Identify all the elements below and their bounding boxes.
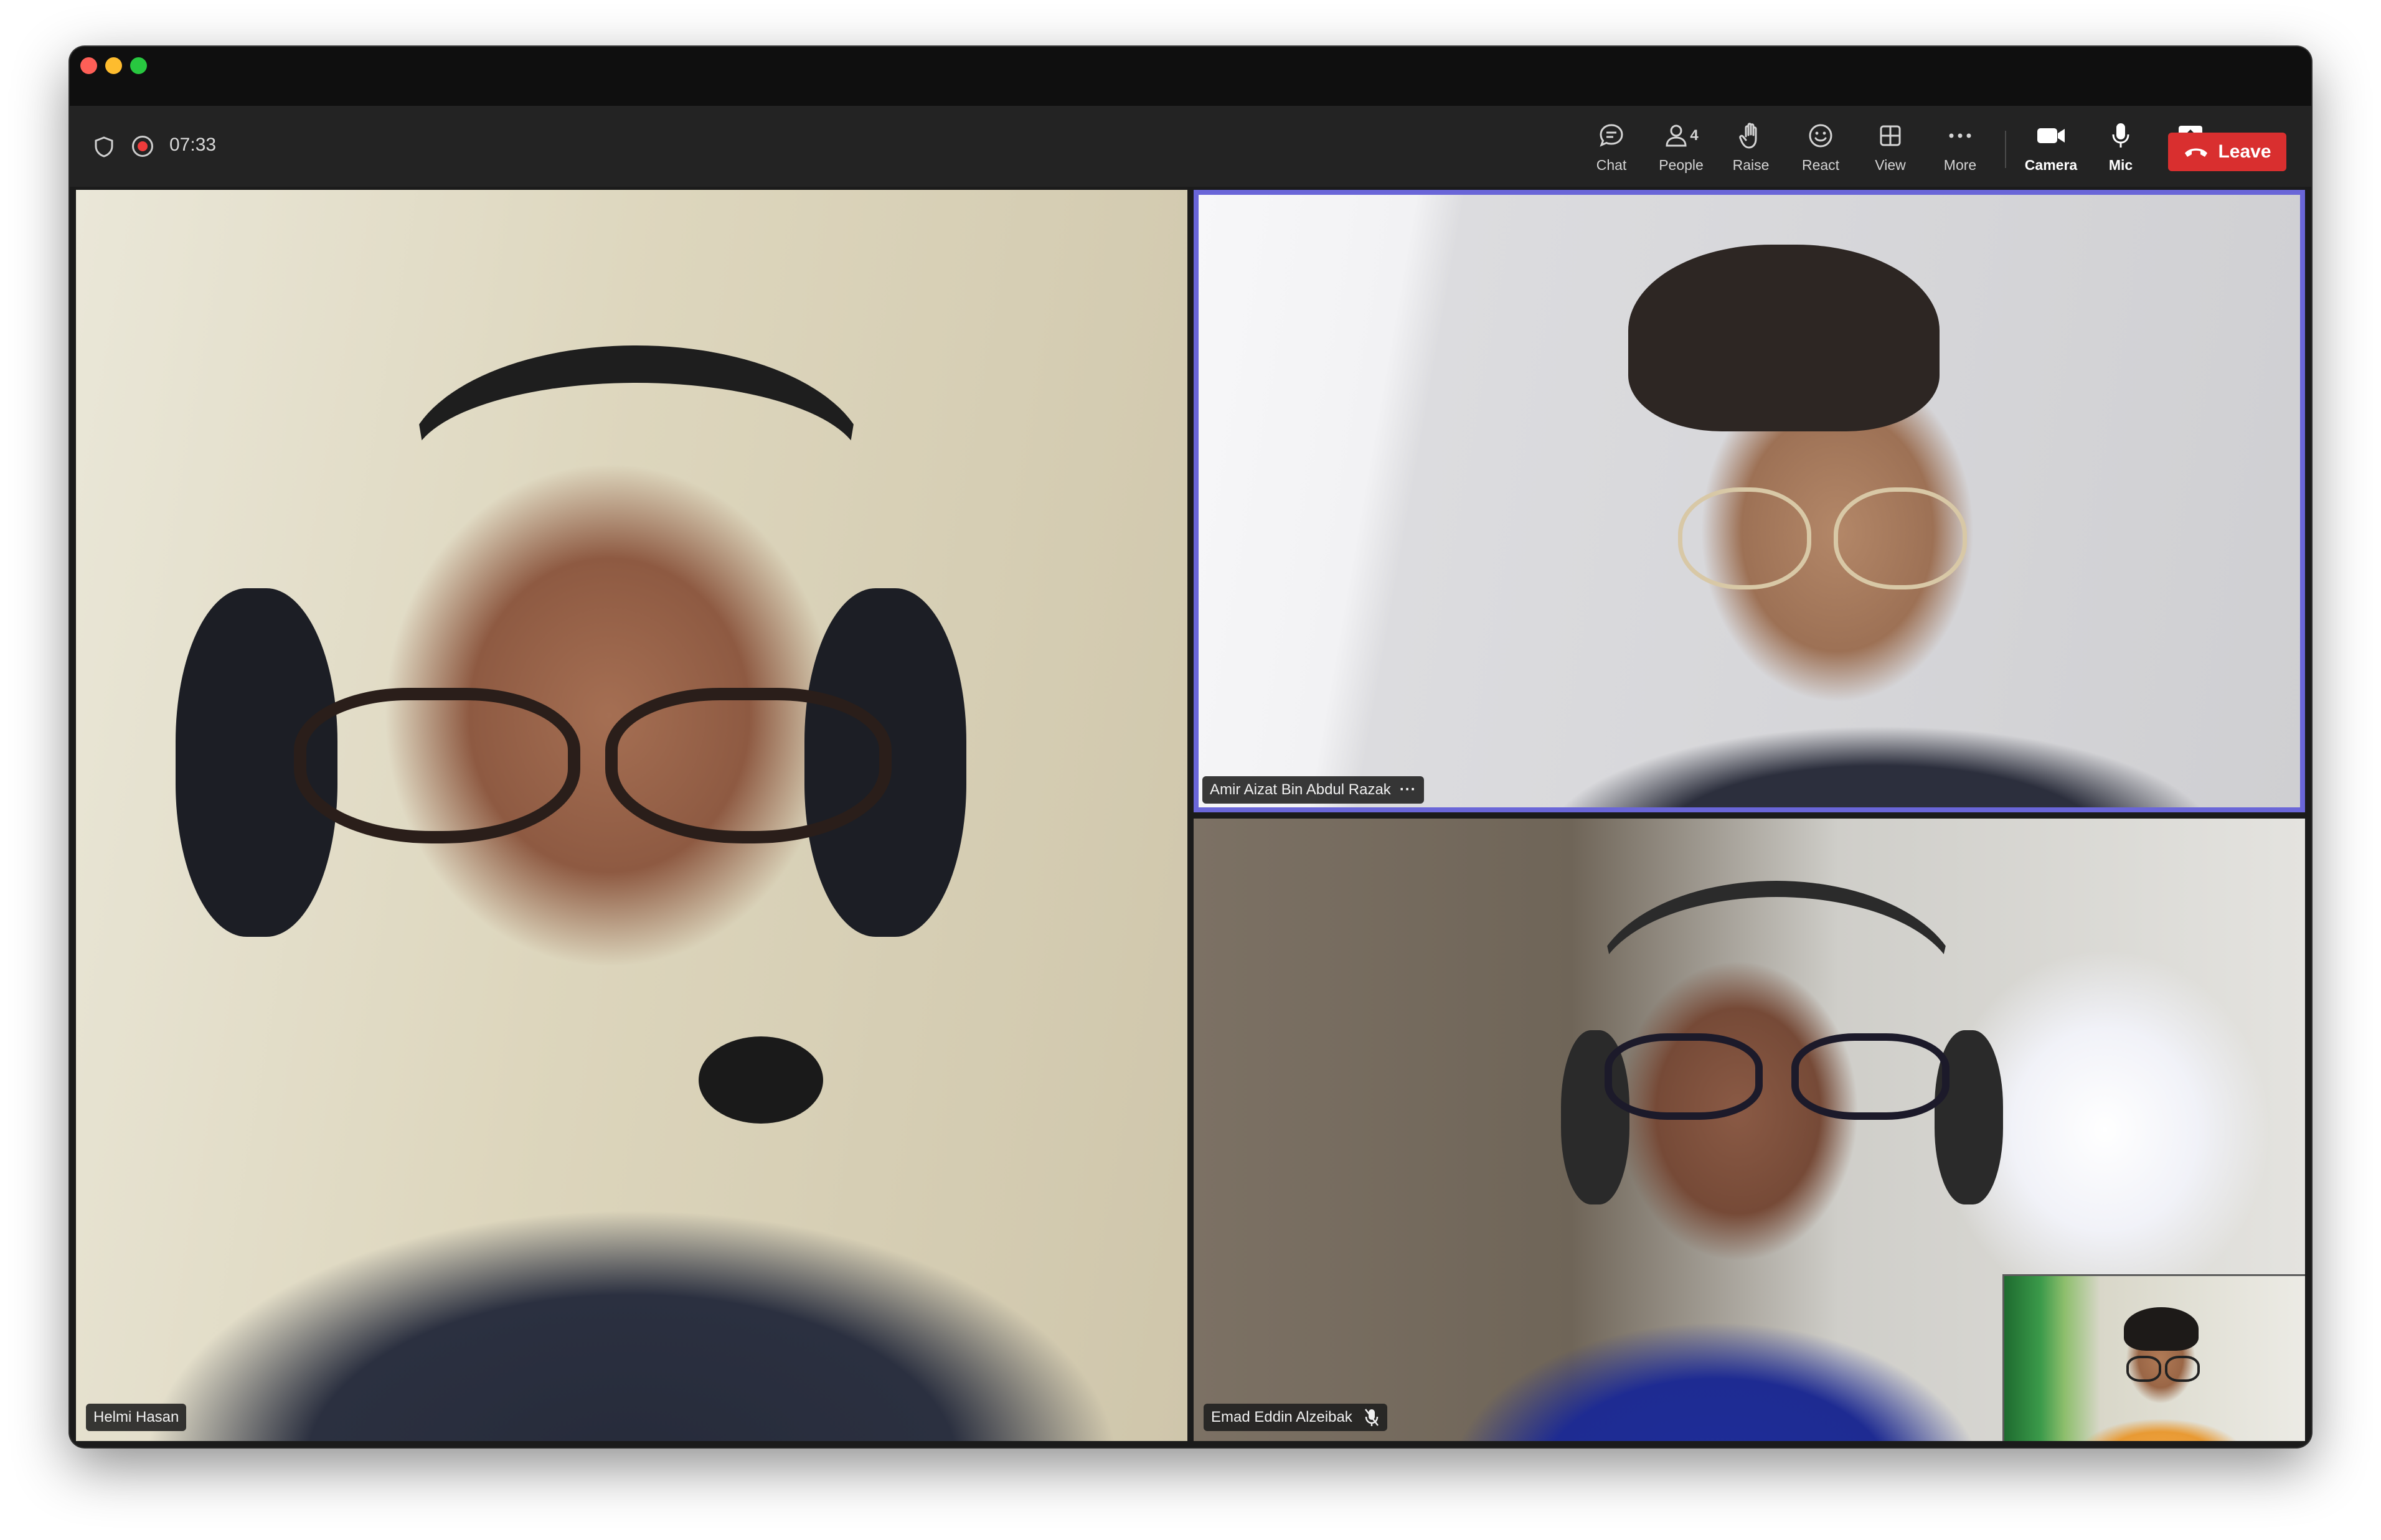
security-shield-icon[interactable] — [93, 136, 115, 158]
hair — [1628, 245, 1940, 431]
participant-options-icon[interactable]: ··· — [1400, 781, 1417, 799]
more-label: More — [1943, 157, 1977, 173]
glasses — [1678, 487, 1971, 589]
zoom-window-button[interactable] — [130, 57, 147, 74]
chat-button[interactable]: Chat — [1577, 117, 1646, 179]
people-button[interactable]: 4 People — [1646, 117, 1716, 179]
raise-hand-icon — [1716, 120, 1786, 152]
self-view-thumbnail[interactable] — [2002, 1274, 2305, 1441]
react-button[interactable]: React — [1786, 117, 1855, 179]
leave-button[interactable]: Leave — [2168, 133, 2286, 171]
more-dots-icon — [1925, 120, 1995, 152]
meeting-window: 07:33 Chat 4 People Raise React View Mor… — [70, 47, 2311, 1447]
headset-band — [406, 345, 867, 582]
headset-microphone — [699, 1036, 823, 1124]
camera-button[interactable]: Camera — [2016, 117, 2086, 179]
meeting-toolbar: 07:33 Chat 4 People Raise React View Mor… — [70, 106, 2311, 187]
glasses — [2126, 1356, 2201, 1382]
chat-bubble-icon — [1577, 120, 1646, 152]
people-count: 4 — [1690, 127, 1699, 144]
participant-nametag-emad: Emad Eddin Alzeibak — [1204, 1404, 1387, 1431]
toolbar-divider — [2005, 131, 2006, 168]
participant-nametag-amir: Amir Aizat Bin Abdul Razak ··· — [1202, 776, 1424, 804]
participant-nametag-helmi: Helmi Hasan — [86, 1404, 187, 1431]
leave-label: Leave — [2218, 141, 2271, 162]
more-button[interactable]: More — [1925, 117, 1995, 179]
view-button[interactable]: View — [1855, 117, 1925, 179]
grid-view-icon — [1855, 120, 1925, 152]
smiley-icon — [1786, 120, 1855, 152]
mic-button[interactable]: Mic — [2086, 117, 2156, 179]
participant-name: Emad Eddin Alzeibak — [1211, 1409, 1352, 1425]
close-window-button[interactable] — [80, 57, 97, 74]
muted-microphone-icon — [1364, 1407, 1380, 1427]
video-tile-helmi[interactable]: Helmi Hasan — [76, 190, 1187, 1441]
meeting-timer: 07:33 — [169, 134, 217, 155]
people-icon-wrap: 4 — [1646, 120, 1716, 152]
microphone-icon — [2086, 120, 2156, 152]
title-bar — [70, 47, 2311, 106]
hang-up-phone-icon — [2183, 145, 2209, 159]
participant-name: Amir Aizat Bin Abdul Razak — [1210, 781, 1391, 798]
video-tile-emad[interactable]: Emad Eddin Alzeibak — [1194, 819, 2305, 1441]
video-feed-amir: Amir Aizat Bin Abdul Razak ··· — [1199, 195, 2300, 807]
glasses — [294, 688, 997, 843]
video-camera-icon — [2016, 120, 2086, 152]
hair — [2124, 1307, 2199, 1351]
recording-indicator-icon — [132, 136, 153, 157]
raise-hand-button[interactable]: Raise — [1716, 117, 1786, 179]
participant-name: Helmi Hasan — [93, 1409, 179, 1425]
video-tile-amir-active-speaker[interactable]: Amir Aizat Bin Abdul Razak ··· — [1194, 190, 2305, 812]
minimize-window-button[interactable] — [105, 57, 122, 74]
glasses — [1605, 1033, 1953, 1120]
person-icon — [1666, 124, 1687, 147]
